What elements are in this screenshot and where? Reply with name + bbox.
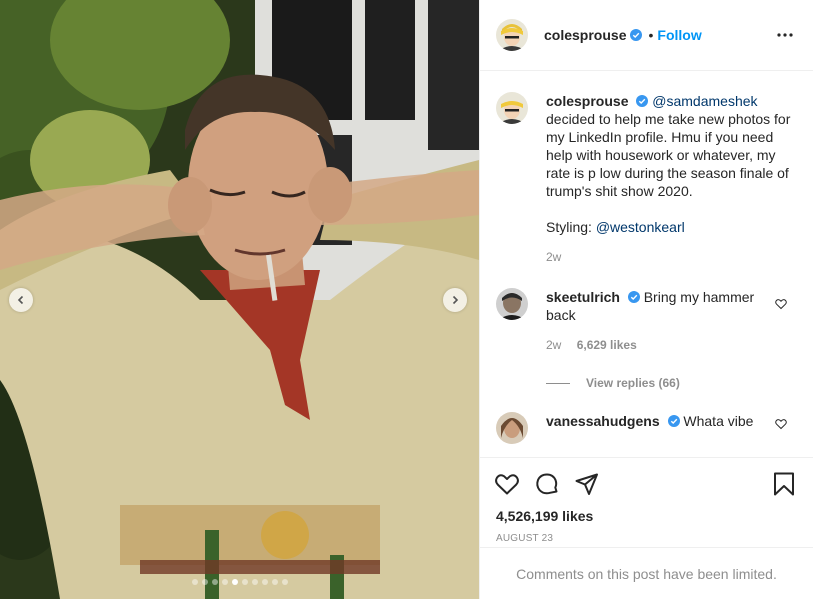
comment-time[interactable]: 2w — [546, 338, 561, 352]
replies-divider — [546, 382, 570, 384]
follow-button[interactable]: Follow — [657, 27, 701, 43]
like-button[interactable] — [494, 464, 534, 504]
post-media[interactable] — [0, 0, 479, 599]
caption-mention-link[interactable]: @samdameshek — [652, 93, 757, 109]
comment-like-heart-icon[interactable] — [775, 418, 787, 430]
verified-badge-icon — [627, 291, 640, 303]
comment-button[interactable] — [534, 464, 574, 504]
caption-body: colesprouse @samdameshek decided to help… — [546, 92, 797, 266]
verified-badge-icon — [630, 29, 643, 41]
comment-likes[interactable]: 6,629 likes — [577, 338, 637, 352]
comment-body: vanessahudgens Whata vibe — [546, 412, 797, 444]
more-options-button[interactable] — [773, 23, 797, 47]
share-button[interactable] — [574, 464, 614, 504]
styling-mention-link[interactable]: @westonkearl — [596, 219, 685, 235]
carousel-dot — [231, 579, 238, 585]
carousel-dot — [281, 579, 288, 585]
post-header: colesprouse • Follow — [480, 0, 813, 71]
author-username[interactable]: colesprouse — [544, 27, 626, 43]
post-photo — [0, 0, 479, 599]
post-date[interactable]: AUGUST 23 — [480, 524, 813, 544]
comment-item: vanessahudgens Whata vibe — [496, 412, 797, 444]
verified-badge-icon — [636, 95, 649, 107]
carousel-dot — [201, 579, 208, 585]
commenter-username[interactable]: vanessahudgens — [546, 413, 660, 429]
avatar-image — [496, 92, 528, 124]
chevron-left-icon — [17, 295, 24, 305]
instagram-post: colesprouse • Follow colesprouse @samdam… — [0, 0, 813, 599]
chevron-right-icon — [452, 295, 459, 305]
more-options-icon — [777, 33, 793, 37]
header-separator: • — [648, 27, 654, 43]
caption: colesprouse @samdameshek decided to help… — [496, 92, 797, 266]
heart-icon — [495, 474, 519, 495]
caption-author-avatar[interactable] — [496, 92, 528, 124]
author-avatar[interactable] — [496, 19, 528, 51]
carousel-dot — [271, 579, 278, 585]
action-bar — [480, 458, 813, 502]
view-replies-button[interactable]: View replies (66) — [546, 376, 797, 390]
post-actions-section: 4,526,199 likes AUGUST 23 — [480, 457, 813, 544]
save-button[interactable] — [757, 464, 797, 504]
post-side-panel: colesprouse • Follow colesprouse @samdam… — [479, 0, 813, 599]
avatar-image — [496, 19, 528, 51]
comment-body: skeetulrich Bring my hammer back 2w 6,62… — [546, 288, 797, 354]
avatar-image — [496, 288, 528, 320]
share-icon — [575, 473, 598, 495]
carousel-dot — [211, 579, 218, 585]
carousel-indicator — [0, 579, 479, 585]
verified-badge-icon — [667, 415, 680, 427]
caption-time[interactable]: 2w — [546, 250, 561, 264]
commenter-avatar[interactable] — [496, 288, 528, 320]
carousel-dot — [221, 579, 228, 585]
carousel-dot — [191, 579, 198, 585]
carousel-dot — [261, 579, 268, 585]
comment-icon — [536, 473, 558, 495]
post-likes-count[interactable]: 4,526,199 likes — [480, 502, 813, 524]
caption-username[interactable]: colesprouse — [546, 93, 628, 109]
next-image-button[interactable] — [443, 288, 467, 312]
comments-section[interactable]: colesprouse @samdameshek decided to help… — [480, 72, 813, 457]
commenter-username[interactable]: skeetulrich — [546, 289, 620, 305]
comment-item: skeetulrich Bring my hammer back 2w 6,62… — [496, 288, 797, 354]
carousel-dot — [241, 579, 248, 585]
comment-text: Whata vibe — [683, 413, 754, 429]
previous-image-button[interactable] — [9, 288, 33, 312]
carousel-dot — [251, 579, 258, 585]
view-replies-label: View replies (66) — [586, 376, 680, 390]
styling-label: Styling: — [546, 219, 592, 235]
comments-limited-notice: Comments on this post have been limited. — [480, 547, 813, 599]
commenter-avatar[interactable] — [496, 412, 528, 444]
avatar-image — [496, 412, 528, 444]
caption-text: decided to help me take new photos for m… — [546, 111, 791, 199]
bookmark-icon — [774, 472, 794, 496]
comment-like-heart-icon[interactable] — [775, 298, 787, 310]
